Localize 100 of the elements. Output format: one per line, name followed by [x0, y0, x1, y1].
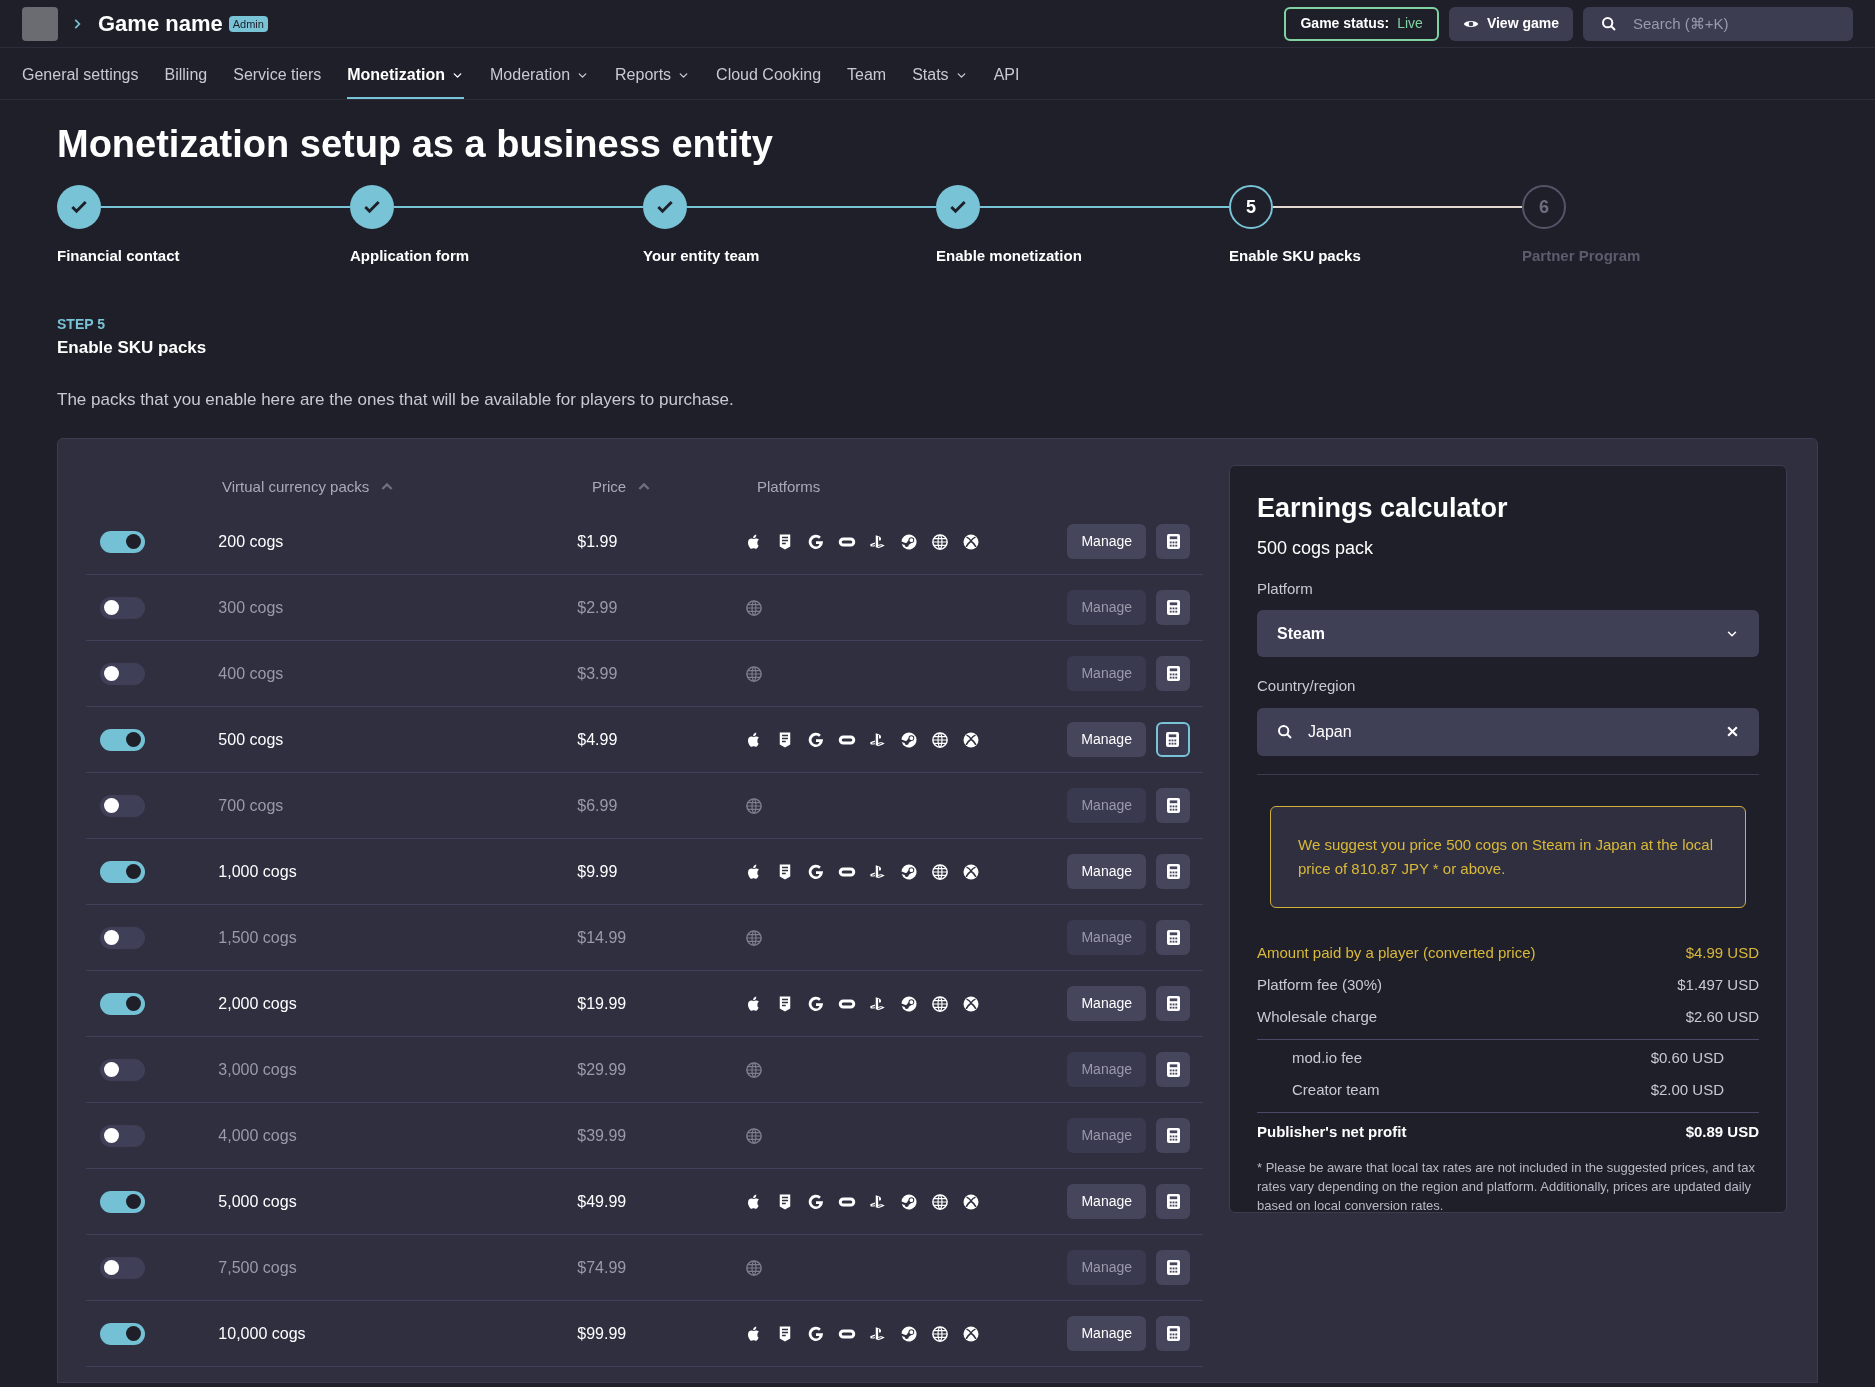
- nav-tab[interactable]: Cloud Cooking: [716, 53, 822, 99]
- toggle-switch[interactable]: [100, 926, 145, 949]
- section-heading: Enable SKU packs: [57, 337, 208, 359]
- xbox-icon: [962, 862, 981, 881]
- game-name: Game name: [98, 10, 223, 38]
- step-label: Application form: [350, 246, 471, 266]
- toggle-switch[interactable]: [100, 1190, 145, 1213]
- manage-button[interactable]: Manage: [1067, 1118, 1147, 1153]
- calculator-icon: [1166, 1128, 1180, 1143]
- manage-button[interactable]: Manage: [1067, 1316, 1147, 1351]
- toggle-switch[interactable]: [100, 794, 145, 817]
- admin-badge: Admin: [228, 15, 268, 32]
- step-number: 6: [1522, 185, 1566, 229]
- calculator-button[interactable]: [1156, 1316, 1190, 1351]
- toggle-switch[interactable]: [100, 860, 145, 883]
- manage-button[interactable]: Manage: [1067, 854, 1147, 889]
- toggle-switch[interactable]: [100, 662, 145, 685]
- pack-price: $9.99: [577, 861, 619, 882]
- calculator-button[interactable]: [1156, 1118, 1190, 1153]
- line-label: Publisher's net profit: [1257, 1121, 1407, 1142]
- platform-dropdown[interactable]: Steam: [1257, 610, 1759, 657]
- column-header[interactable]: Virtual currency packs: [222, 475, 370, 499]
- globe-icon: [745, 1258, 764, 1277]
- manage-button[interactable]: Manage: [1067, 1184, 1147, 1219]
- manage-button[interactable]: Manage: [1067, 920, 1147, 955]
- toggle-switch[interactable]: [100, 530, 145, 553]
- nav-tab[interactable]: Moderation: [490, 53, 590, 99]
- calculator-button[interactable]: [1156, 920, 1190, 955]
- status-label: Game status:: [1300, 14, 1390, 33]
- nav-tab[interactable]: General settings: [22, 53, 139, 99]
- line-label: Wholesale charge: [1257, 1007, 1378, 1028]
- line-label: Amount paid by a player (converted price): [1257, 943, 1536, 964]
- section-description: The packs that you enable here are the ones that will be available for players to purchase.: [57, 388, 735, 411]
- manage-button[interactable]: Manage: [1067, 590, 1147, 625]
- line-value: $0.89 USD: [1685, 1121, 1759, 1142]
- toggle-switch[interactable]: [100, 1322, 145, 1345]
- calculator-icon: [1166, 1062, 1180, 1077]
- toggle-switch[interactable]: [100, 728, 145, 751]
- manage-button[interactable]: Manage: [1067, 1052, 1147, 1087]
- toggle-switch[interactable]: [100, 1058, 145, 1081]
- pack-price: $3.99: [577, 663, 619, 684]
- line-label: Creator team: [1292, 1080, 1380, 1101]
- calculator-icon: [1166, 798, 1180, 813]
- nav-tab[interactable]: Monetization: [347, 53, 464, 99]
- region-field[interactable]: Japan: [1257, 707, 1759, 756]
- nav-tab[interactable]: Team: [847, 53, 887, 99]
- g-logo-icon: [807, 730, 826, 749]
- toggle-switch[interactable]: [100, 596, 145, 619]
- nav-tab[interactable]: Service tiers: [233, 53, 322, 99]
- clear-icon[interactable]: [1726, 724, 1739, 738]
- toggle-switch[interactable]: [100, 1124, 145, 1147]
- search-icon: [1277, 723, 1293, 740]
- calculator-icon: [1166, 996, 1180, 1011]
- game-logo: [22, 6, 58, 41]
- steam-icon: [900, 1324, 919, 1343]
- manage-button[interactable]: Manage: [1067, 524, 1147, 559]
- calculator-icon: [1166, 930, 1180, 945]
- xbox-icon: [962, 994, 981, 1013]
- steam-icon: [900, 862, 919, 881]
- pack-price: $29.99: [577, 1059, 628, 1080]
- calculator-button[interactable]: [1155, 722, 1190, 757]
- calculator-button[interactable]: [1156, 986, 1190, 1021]
- globe-icon: [931, 1192, 950, 1211]
- step-label: Financial contact: [57, 246, 181, 266]
- globe-icon: [745, 598, 764, 617]
- pack-name: 200 cogs: [218, 531, 285, 552]
- search-field[interactable]: Search (⌘+K): [1583, 6, 1853, 41]
- calculator-button[interactable]: [1156, 1052, 1190, 1087]
- pack-name: 1,500 cogs: [218, 927, 298, 948]
- column-header[interactable]: Price: [592, 475, 627, 499]
- pack-price: $4.99: [577, 729, 619, 750]
- nav-tab[interactable]: Stats: [912, 53, 968, 99]
- manage-button[interactable]: Manage: [1067, 986, 1147, 1021]
- calculator-icon: [1166, 1194, 1180, 1209]
- toggle-switch[interactable]: [100, 992, 145, 1015]
- calculator-button[interactable]: [1156, 590, 1190, 625]
- calculator-subtitle: 500 cogs pack: [1257, 536, 1375, 560]
- steam-icon: [900, 532, 919, 551]
- nav-tab[interactable]: API: [993, 53, 1020, 99]
- calculator-button[interactable]: [1156, 656, 1190, 691]
- toggle-switch[interactable]: [100, 1256, 145, 1279]
- globe-icon: [931, 730, 950, 749]
- manage-button[interactable]: Manage: [1067, 1250, 1147, 1285]
- nav-tab[interactable]: Reports: [615, 53, 691, 99]
- xbox-icon: [962, 1324, 981, 1343]
- manage-button[interactable]: Manage: [1067, 788, 1147, 823]
- view-game-button[interactable]: View game: [1448, 6, 1573, 41]
- calculator-button[interactable]: [1156, 854, 1190, 889]
- manage-button[interactable]: Manage: [1067, 656, 1147, 691]
- calculator-button[interactable]: [1156, 1184, 1190, 1219]
- pack-name: 1,000 cogs: [218, 861, 298, 882]
- manage-button[interactable]: Manage: [1067, 722, 1146, 757]
- g-logo-icon: [807, 994, 826, 1013]
- g-logo-icon: [807, 1324, 826, 1343]
- pack-name: 2,000 cogs: [218, 993, 298, 1014]
- nav-tab[interactable]: Billing: [164, 53, 208, 99]
- globe-icon: [931, 994, 950, 1013]
- calculator-button[interactable]: [1156, 524, 1190, 559]
- calculator-button[interactable]: [1156, 1250, 1190, 1285]
- calculator-button[interactable]: [1156, 788, 1190, 823]
